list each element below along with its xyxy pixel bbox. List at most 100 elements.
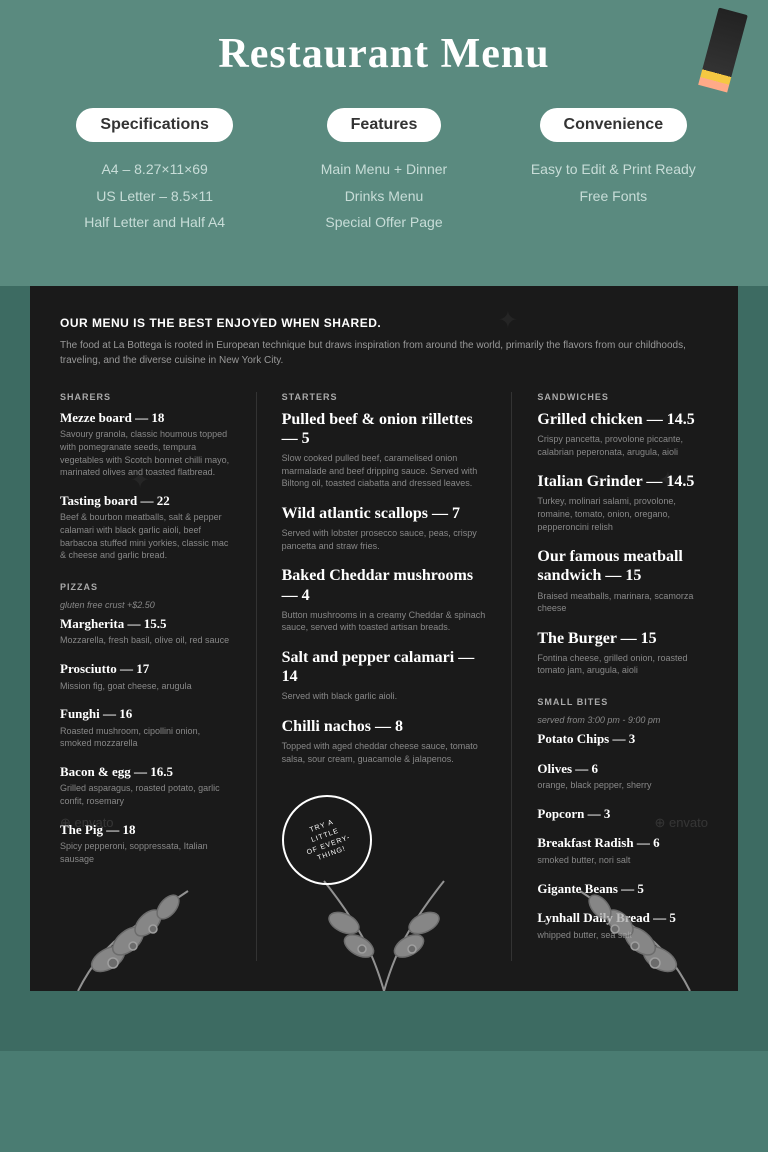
olives-name: Olives — 6 bbox=[537, 761, 708, 777]
daily-bread-name: Lynhall Daily Bread — 5 bbox=[537, 910, 708, 926]
prosciutto-name: Prosciutto — 17 bbox=[60, 661, 231, 677]
menu-item-calamari: Salt and pepper calamari — 14 Served wit… bbox=[282, 648, 487, 703]
circle-badge-text: TRY ALITTLEOF EVERY-THING! bbox=[298, 814, 355, 867]
popcorn-name: Popcorn — 3 bbox=[537, 806, 708, 822]
spec-item-3: Half Letter and Half A4 bbox=[50, 209, 259, 236]
burger-desc: Fontina cheese, grilled onion, roasted t… bbox=[537, 652, 708, 677]
spec-text-convenience: Easy to Edit & Print Ready Free Fonts bbox=[509, 156, 718, 209]
pizzas-note: gluten free crust +$2.50 bbox=[60, 600, 231, 610]
spec-item-1: A4 – 8.27×11×69 bbox=[50, 156, 259, 183]
funghi-name: Funghi — 16 bbox=[60, 706, 231, 722]
pulled-beef-desc: Slow cooked pulled beef, caramelised oni… bbox=[282, 452, 487, 490]
starters-label: STARTERS bbox=[282, 392, 487, 402]
menu-section-sharers: SHARERS Mezze board — 18 Savoury granola… bbox=[60, 392, 231, 562]
circle-badge: TRY ALITTLEOF EVERY-THING! bbox=[282, 795, 372, 885]
cheddar-mushrooms-desc: Button mushrooms in a creamy Cheddar & s… bbox=[282, 609, 487, 634]
calamari-desc: Served with black garlic aioli. bbox=[282, 690, 487, 703]
menu-item-gigante-beans: Gigante Beans — 5 bbox=[537, 881, 708, 897]
tasting-desc: Beef & bourbon meatballs, salt & pepper … bbox=[60, 511, 231, 561]
margherita-desc: Mozzarella, fresh basil, olive oil, red … bbox=[60, 634, 231, 647]
menu-item-popcorn: Popcorn — 3 bbox=[537, 806, 708, 822]
menu-item-meatball-sandwich: Our famous meatball sandwich — 15 Braise… bbox=[537, 547, 708, 615]
menu-item-mezze: Mezze board — 18 Savoury granola, classi… bbox=[60, 410, 231, 479]
menu-item-funghi: Funghi — 16 Roasted mushroom, cipollini … bbox=[60, 706, 231, 750]
spec-badge-specifications: Specifications bbox=[76, 108, 232, 142]
small-bites-note: served from 3:00 pm - 9:00 pm bbox=[537, 715, 708, 725]
menu-item-burger: The Burger — 15 Fontina cheese, grilled … bbox=[537, 629, 708, 677]
spec-text-specifications: A4 – 8.27×11×69 US Letter – 8.5×11 Half … bbox=[50, 156, 259, 236]
burger-name: The Burger — 15 bbox=[537, 629, 708, 648]
spec-column-specifications: Specifications A4 – 8.27×11×69 US Letter… bbox=[40, 108, 269, 236]
spec-column-features: Features Main Menu + Dinner Drinks Menu … bbox=[269, 108, 498, 236]
nachos-desc: Topped with aged cheddar cheese sauce, t… bbox=[282, 740, 487, 765]
pig-desc: Spicy pepperoni, soppressata, Italian sa… bbox=[60, 840, 231, 865]
pizzas-label: PIZZAS bbox=[60, 582, 231, 592]
margherita-name: Margherita — 15.5 bbox=[60, 616, 231, 632]
menu-item-nachos: Chilli nachos — 8 Topped with aged chedd… bbox=[282, 717, 487, 765]
scallops-name: Wild atlantic scallops — 7 bbox=[282, 504, 487, 523]
menu-item-olives: Olives — 6 orange, black pepper, sherry bbox=[537, 761, 708, 792]
menu-divider-2 bbox=[511, 392, 512, 962]
menu-item-scallops: Wild atlantic scallops — 7 Served with l… bbox=[282, 504, 487, 552]
menu-intro-text: The food at La Bottega is rooted in Euro… bbox=[60, 338, 708, 368]
feature-item-2: Drinks Menu bbox=[279, 183, 488, 210]
menu-item-pulled-beef: Pulled beef & onion rillettes — 5 Slow c… bbox=[282, 410, 487, 490]
small-bites-label: SMALL BITES bbox=[537, 697, 708, 707]
spec-text-features: Main Menu + Dinner Drinks Menu Special O… bbox=[279, 156, 488, 236]
menu-item-cheddar-mushrooms: Baked Cheddar mushrooms — 4 Button mushr… bbox=[282, 566, 487, 634]
meatball-sandwich-name: Our famous meatball sandwich — 15 bbox=[537, 547, 708, 585]
italian-grinder-desc: Turkey, molinari salami, provolone, roma… bbox=[537, 495, 708, 533]
breakfast-radish-name: Breakfast Radish — 6 bbox=[537, 835, 708, 851]
italian-grinder-name: Italian Grinder — 14.5 bbox=[537, 472, 708, 491]
menu-item-bacon-egg: Bacon & egg — 16.5 Grilled asparagus, ro… bbox=[60, 764, 231, 808]
menu-item-italian-grinder: Italian Grinder — 14.5 Turkey, molinari … bbox=[537, 472, 708, 533]
menu-columns: SHARERS Mezze board — 18 Savoury granola… bbox=[60, 392, 708, 962]
menu-left-column: SHARERS Mezze board — 18 Savoury granola… bbox=[60, 392, 231, 962]
spec-badge-features: Features bbox=[327, 108, 442, 142]
sandwiches-label: SANDWICHES bbox=[537, 392, 708, 402]
gigante-beans-name: Gigante Beans — 5 bbox=[537, 881, 708, 897]
sharers-label: SHARERS bbox=[60, 392, 231, 402]
menu-item-breakfast-radish: Breakfast Radish — 6 smoked butter, nori… bbox=[537, 835, 708, 866]
menu-item-margherita: Margherita — 15.5 Mozzarella, fresh basi… bbox=[60, 616, 231, 647]
menu-item-tasting: Tasting board — 22 Beef & bourbon meatba… bbox=[60, 493, 231, 562]
potato-chips-name: Potato Chips — 3 bbox=[537, 731, 708, 747]
pig-name: The Pig — 18 bbox=[60, 822, 231, 838]
menu-item-potato-chips: Potato Chips — 3 bbox=[537, 731, 708, 747]
spec-badge-convenience: Convenience bbox=[540, 108, 688, 142]
menu-card: ✦ ✦ ✦ ✦ OUR MENU IS THE BEST ENJOYED WHE… bbox=[30, 286, 738, 992]
olives-desc: orange, black pepper, sherry bbox=[537, 779, 708, 792]
menu-intro-title: OUR MENU IS THE BEST ENJOYED WHEN SHARED… bbox=[60, 316, 708, 330]
menu-item-daily-bread: Lynhall Daily Bread — 5 whipped butter, … bbox=[537, 910, 708, 941]
mezze-desc: Savoury granola, classic houmous topped … bbox=[60, 428, 231, 478]
menu-item-pig: The Pig — 18 Spicy pepperoni, soppressat… bbox=[60, 822, 231, 866]
grilled-chicken-name: Grilled chicken — 14.5 bbox=[537, 410, 708, 429]
spec-item-2: US Letter – 8.5×11 bbox=[50, 183, 259, 210]
convenience-item-2: Free Fonts bbox=[509, 183, 718, 210]
nachos-name: Chilli nachos — 8 bbox=[282, 717, 487, 736]
calamari-name: Salt and pepper calamari — 14 bbox=[282, 648, 487, 686]
grilled-chicken-desc: Crispy pancetta, provolone piccante, cal… bbox=[537, 433, 708, 458]
menu-intro: OUR MENU IS THE BEST ENJOYED WHEN SHARED… bbox=[60, 316, 708, 368]
feature-item-3: Special Offer Page bbox=[279, 209, 488, 236]
menu-right-column: SANDWICHES Grilled chicken — 14.5 Crispy… bbox=[537, 392, 708, 962]
menu-item-prosciutto: Prosciutto — 17 Mission fig, goat cheese… bbox=[60, 661, 231, 692]
bacon-egg-desc: Grilled asparagus, roasted potato, garli… bbox=[60, 782, 231, 807]
menu-section-small-bites: SMALL BITES served from 3:00 pm - 9:00 p… bbox=[537, 697, 708, 941]
prosciutto-desc: Mission fig, goat cheese, arugula bbox=[60, 680, 231, 693]
funghi-desc: Roasted mushroom, cipollini onion, smoke… bbox=[60, 725, 231, 750]
bacon-egg-name: Bacon & egg — 16.5 bbox=[60, 764, 231, 780]
menu-section-sandwiches: SANDWICHES Grilled chicken — 14.5 Crispy… bbox=[537, 392, 708, 677]
menu-middle-column: STARTERS Pulled beef & onion rillettes —… bbox=[282, 392, 487, 962]
page-title: Restaurant Menu bbox=[20, 30, 748, 78]
pulled-beef-name: Pulled beef & onion rillettes — 5 bbox=[282, 410, 487, 448]
daily-bread-desc: whipped butter, sea salt bbox=[537, 929, 708, 942]
feature-item-1: Main Menu + Dinner bbox=[279, 156, 488, 183]
tasting-name: Tasting board — 22 bbox=[60, 493, 231, 509]
menu-section-starters: STARTERS Pulled beef & onion rillettes —… bbox=[282, 392, 487, 765]
menu-section-pizzas: PIZZAS gluten free crust +$2.50 Margheri… bbox=[60, 582, 231, 866]
convenience-item-1: Easy to Edit & Print Ready bbox=[509, 156, 718, 183]
cheddar-mushrooms-name: Baked Cheddar mushrooms — 4 bbox=[282, 566, 487, 604]
specs-row: Specifications A4 – 8.27×11×69 US Letter… bbox=[40, 108, 728, 236]
scallops-desc: Served with lobster prosecco sauce, peas… bbox=[282, 527, 487, 552]
